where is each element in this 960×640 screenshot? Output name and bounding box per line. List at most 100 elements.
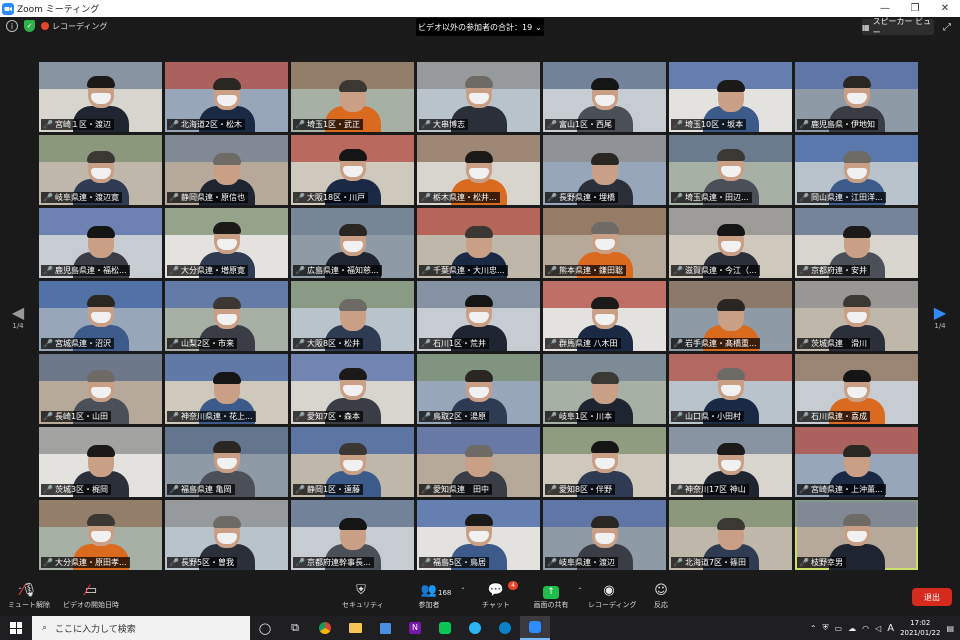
cortana-icon[interactable]: ◯ (250, 616, 280, 640)
record-button[interactable]: ◉ レコーディング (588, 582, 637, 610)
participant-video-tile[interactable]: 🎤 大分県連・原田孝... (39, 500, 162, 570)
recording-indicator[interactable]: レコーディング (41, 21, 107, 32)
participant-video-tile[interactable]: 🎤 鳥取2区・湯原 (417, 354, 540, 424)
notification-center-icon[interactable]: ▤ (946, 624, 954, 633)
participant-video-tile[interactable]: 🎤 富山1区・西尾 (543, 62, 666, 132)
participant-video-tile[interactable]: 🎤 茨城3区・梶岡 (39, 427, 162, 497)
volume-icon[interactable]: ◁ (875, 624, 881, 633)
participant-video-tile[interactable]: 🎤 長野5区・曽我 (165, 500, 288, 570)
participant-video-tile[interactable]: 🎤 山梨2区・市来 (165, 281, 288, 351)
participant-video-tile[interactable]: 🎤 北海道7区・篠田 (669, 500, 792, 570)
onedrive-icon[interactable]: ☁ (848, 624, 856, 633)
leave-meeting-button[interactable]: 退出 (912, 588, 952, 606)
participant-video-tile[interactable]: 🎤 岐阜県連・渡辺 (543, 500, 666, 570)
participant-name: 茨城県連 滑川 (810, 339, 867, 348)
participant-video-tile[interactable]: 🎤 広島県連・福知慈... (291, 208, 414, 278)
share-screen-button[interactable]: ↑ 画面の共有 (530, 582, 572, 610)
file-explorer-icon[interactable] (340, 616, 370, 640)
participant-video-tile[interactable]: 🎤 京都府連・安井 (795, 208, 918, 278)
participant-video-tile[interactable]: 🎤 埼玉県連・田辺... (669, 135, 792, 205)
info-icon[interactable]: i (6, 20, 18, 32)
participant-video-tile[interactable]: 🎤 岡山県連・江田洋... (795, 135, 918, 205)
maximize-icon[interactable]: ❐ (900, 0, 930, 17)
participant-video-tile[interactable]: 🎤 石川県連・喜成 (795, 354, 918, 424)
messenger-icon[interactable] (460, 616, 490, 640)
participant-name-label: 🎤 宮城県連・沼沢 (41, 338, 114, 349)
edge-icon[interactable] (490, 616, 520, 640)
task-view-icon[interactable]: ⧉ (280, 616, 310, 640)
zoom-taskbar-icon[interactable] (520, 616, 550, 640)
participant-video-tile[interactable]: 🎤 愛知8区・伴野 (543, 427, 666, 497)
participant-video-tile[interactable]: 🎤 長野県連・埋橋 (543, 135, 666, 205)
speaker-view-button[interactable]: ▦ スピーカー ビュー (862, 17, 934, 37)
mic-off-icon: 🎤 (169, 558, 179, 567)
participant-video-tile[interactable]: 🎤 熊本県連・鎌田聡 (543, 208, 666, 278)
wifi-icon[interactable]: ◠ (862, 624, 869, 633)
participant-name: 福島県連 亀岡 (180, 485, 232, 494)
participant-video-tile[interactable]: 🎤 静岡県連・原信也 (165, 135, 288, 205)
participant-video-tile[interactable]: 🎤 愛知県連 田中 (417, 427, 540, 497)
participants-button[interactable]: 👥 168 参加者 (412, 582, 452, 610)
participant-video-tile[interactable]: 🎤 大串博志 (417, 62, 540, 132)
onenote-icon[interactable]: N (400, 616, 430, 640)
share-options-caret[interactable]: ⌃ (575, 586, 585, 594)
store-icon[interactable] (370, 616, 400, 640)
participant-video-tile[interactable]: 🎤 岩手県連・髙橋重... (669, 281, 792, 351)
participant-video-tile[interactable]: 🎤 大阪8区・松井 (291, 281, 414, 351)
participant-video-tile[interactable]: 🎤 岐阜県連・渡辺寛 (39, 135, 162, 205)
participant-video-tile[interactable]: 🎤 宮崎県連・上沖薫... (795, 427, 918, 497)
participant-video-tile[interactable]: 🎤 福島県連 亀岡 (165, 427, 288, 497)
participant-video-tile[interactable]: 🎤 滋賀県連・今江（... (669, 208, 792, 278)
participant-video-tile[interactable]: 🎤 群馬県連 八木田 (543, 281, 666, 351)
participant-video-tile[interactable]: 🎤 栃木県連・松井... (417, 135, 540, 205)
taskbar-clock[interactable]: 17:02 2021/01/22 (900, 618, 940, 638)
participant-video-tile[interactable]: 🎤 山口県・小田村 (669, 354, 792, 424)
participant-video-tile[interactable]: 🎤 北海道2区・松木 (165, 62, 288, 132)
participant-video-tile[interactable]: 🎤 長崎1区・山田 (39, 354, 162, 424)
participant-video-tile[interactable]: 🎤 静岡1区・遠藤 (291, 427, 414, 497)
audio-options-caret[interactable]: ⌃ (14, 586, 26, 594)
participant-video-tile[interactable]: 🎤 千葉県連・大川忠... (417, 208, 540, 278)
non-video-participant-count[interactable]: ビデオ以外の参加者の合計：19 ⌄ (416, 18, 544, 36)
encryption-shield-icon[interactable]: ✓ (24, 20, 35, 32)
participant-video-tile[interactable]: 🎤 茨城県連 滑川 (795, 281, 918, 351)
security-center-icon[interactable]: ⛨ (823, 623, 829, 633)
fullscreen-icon[interactable]: ⤢ (940, 20, 954, 34)
participant-video-tile[interactable]: 🎤 鹿児島県・伊地知 (795, 62, 918, 132)
previous-page-button[interactable]: ◀ 1/4 (8, 304, 28, 331)
start-video-button[interactable]: ▭ ⁄ ビデオの開始日時 (62, 582, 120, 610)
show-hidden-icons-icon[interactable]: ⌃ (810, 624, 817, 633)
mic-off-icon: 🎤 (421, 485, 431, 494)
minimize-icon[interactable]: — (870, 0, 900, 17)
mic-off-icon: 🎤 (799, 266, 809, 275)
chat-button[interactable]: 💬 4 チャット (482, 581, 518, 610)
chrome-icon[interactable] (310, 616, 340, 640)
participant-name: 富山1区・西尾 (558, 120, 613, 129)
participant-video-tile[interactable]: 🎤 埼玉10区・坂本 (669, 62, 792, 132)
close-icon[interactable]: ✕ (930, 0, 960, 17)
participant-video-tile[interactable]: 🎤 枝野幸男 (795, 500, 918, 570)
next-page-button[interactable]: ▶ 1/4 (930, 304, 950, 331)
network-icon[interactable]: ▭ (835, 624, 843, 633)
participant-video-tile[interactable]: 🎤 岐阜1区・川本 (543, 354, 666, 424)
participant-video-tile[interactable]: 🎤 宮崎１区・渡辺 (39, 62, 162, 132)
participant-video-tile[interactable]: 🎤 鹿児島県連・福松... (39, 208, 162, 278)
taskbar-search-box[interactable]: ⌕ ここに入力して検索 (32, 616, 250, 640)
participants-options-caret[interactable]: ⌃ (458, 586, 468, 594)
windows-start-button[interactable] (0, 616, 32, 640)
security-button[interactable]: ⛨ セキュリティ (342, 582, 384, 610)
system-tray: ⌃ ⛨ ▭ ☁ ◠ ◁ A 17:02 2021/01/22 ▤ (810, 616, 954, 640)
line-icon[interactable] (430, 616, 460, 640)
ime-mode-indicator[interactable]: A (887, 623, 894, 634)
participant-video-tile[interactable]: 🎤 大分県連・増原寛 (165, 208, 288, 278)
participant-video-tile[interactable]: 🎤 大阪18区・川戸 (291, 135, 414, 205)
participant-video-tile[interactable]: 🎤 神奈川17区 神山 (669, 427, 792, 497)
participant-video-tile[interactable]: 🎤 宮城県連・沼沢 (39, 281, 162, 351)
participant-video-tile[interactable]: 🎤 埼玉1区・武正 (291, 62, 414, 132)
participant-video-tile[interactable]: 🎤 神奈川県連・花上... (165, 354, 288, 424)
participant-video-tile[interactable]: 🎤 京都府連幹事長... (291, 500, 414, 570)
participant-video-tile[interactable]: 🎤 福島5区・鳥居 (417, 500, 540, 570)
participant-video-tile[interactable]: 🎤 石川1区・荒井 (417, 281, 540, 351)
participant-video-tile[interactable]: 🎤 愛知7区・森本 (291, 354, 414, 424)
reactions-button[interactable]: ☺ 反応 (650, 582, 672, 610)
